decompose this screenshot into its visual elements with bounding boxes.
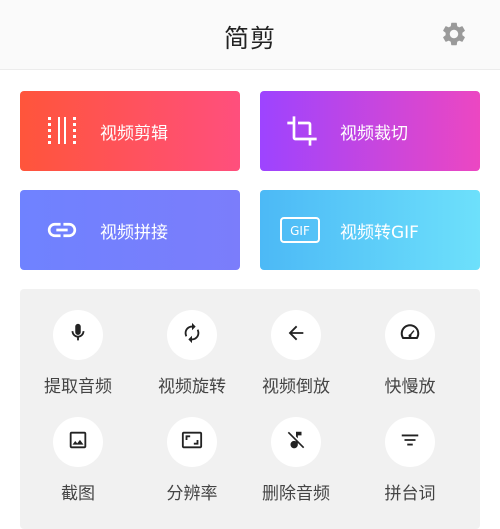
music-off-icon [285, 429, 307, 455]
tool-icon-circle [385, 417, 435, 467]
tool-icon-circle [167, 417, 217, 467]
tool-icon-circle [53, 417, 103, 467]
aspect-ratio-icon [181, 429, 203, 455]
tool-label: 提取音频 [44, 377, 112, 397]
microphone-icon [67, 322, 89, 348]
app-header: 简剪 [0, 0, 500, 70]
tool-icon-circle [271, 417, 321, 467]
tool-icon-circle [167, 310, 217, 360]
tool-subtitles[interactable]: 拼台词 [355, 417, 465, 517]
video-crop-label: 视频裁切 [340, 123, 408, 144]
video-to-gif-card[interactable]: GIF 视频转GIF [260, 190, 480, 270]
link-icon [45, 213, 79, 247]
tool-icon-circle [385, 310, 435, 360]
tool-rotate-video[interactable]: 视频旋转 [137, 310, 247, 410]
rotate-icon [181, 322, 203, 348]
video-join-label: 视频拼接 [100, 222, 168, 243]
tool-label: 快慢放 [384, 377, 436, 397]
tool-speed[interactable]: 快慢放 [355, 310, 465, 410]
image-icon [67, 429, 89, 455]
video-crop-card[interactable]: 视频裁切 [260, 91, 480, 171]
video-edit-card[interactable]: 视频剪辑 [20, 91, 240, 171]
tool-label: 视频倒放 [262, 377, 330, 397]
tool-extract-audio[interactable]: 提取音频 [23, 310, 133, 410]
tool-icon-circle [271, 310, 321, 360]
tool-label: 分辨率 [166, 484, 218, 504]
film-cut-icon [45, 114, 79, 148]
video-to-gif-label: 视频转GIF [340, 222, 419, 243]
tool-screenshot[interactable]: 截图 [23, 417, 133, 517]
subtitle-icon [399, 429, 421, 455]
video-edit-label: 视频剪辑 [100, 123, 168, 144]
arrow-left-icon [285, 322, 307, 348]
tools-panel: 提取音频 视频旋转 视频倒放 快慢放 截图 分辨率 删除音频 拼台词 [20, 289, 480, 529]
tool-label: 拼台词 [384, 484, 436, 504]
gif-icon: GIF [280, 213, 320, 247]
crop-icon [285, 114, 319, 148]
video-join-card[interactable]: 视频拼接 [20, 190, 240, 270]
tool-reverse-video[interactable]: 视频倒放 [241, 310, 351, 410]
tool-resolution[interactable]: 分辨率 [137, 417, 247, 517]
page-title: 简剪 [223, 24, 276, 53]
tool-label: 视频旋转 [158, 377, 226, 397]
tool-icon-circle [53, 310, 103, 360]
gif-icon-text: GIF [290, 224, 310, 238]
settings-gear-icon[interactable] [440, 20, 468, 48]
tool-label: 截图 [61, 484, 95, 504]
tool-label: 删除音频 [262, 484, 330, 504]
tool-remove-audio[interactable]: 删除音频 [241, 417, 351, 517]
speedometer-icon [399, 322, 421, 348]
